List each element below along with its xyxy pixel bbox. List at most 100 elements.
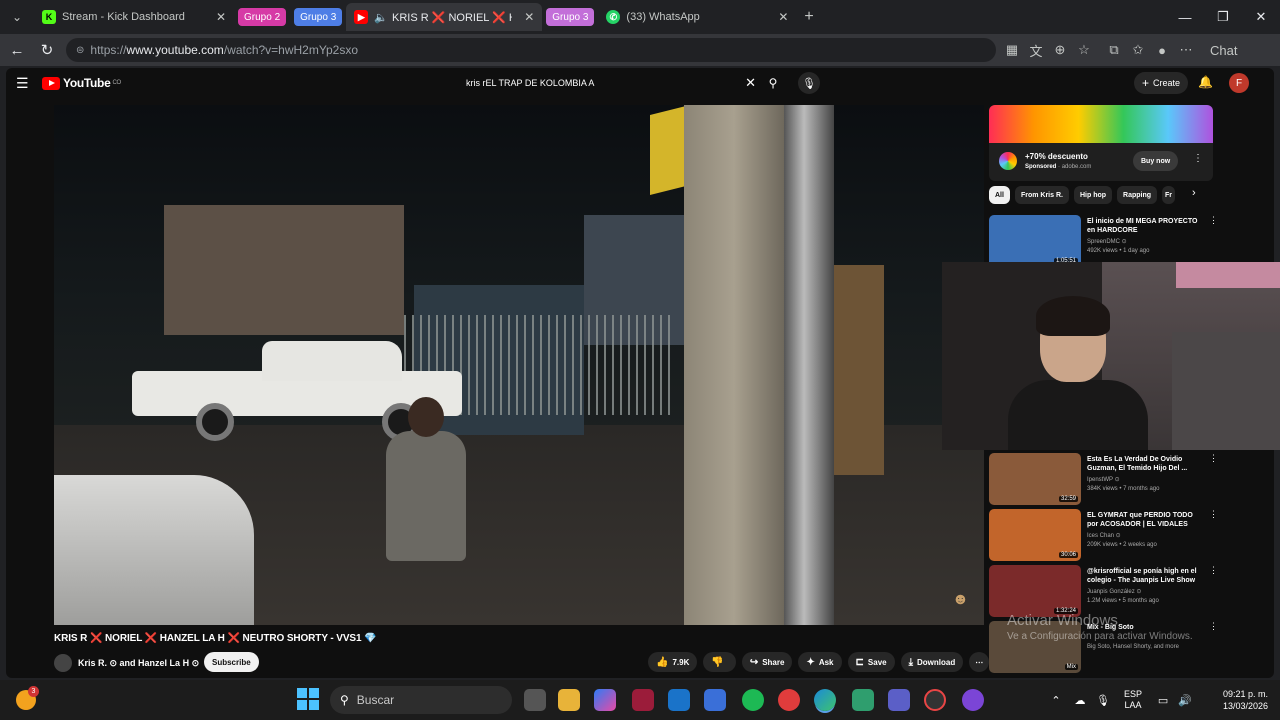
country-code: CO bbox=[112, 80, 121, 86]
video-frame-car bbox=[54, 475, 254, 625]
list-item[interactable]: 30:06 EL GYMRAT que PERDIO TODO por ACOS… bbox=[989, 509, 1219, 561]
reader-view-icon[interactable]: ▦ bbox=[1000, 42, 1024, 58]
save-button[interactable]: ⊏ Save bbox=[847, 652, 895, 672]
more-vert-icon[interactable]: ⋮ bbox=[1209, 215, 1218, 226]
subscribe-button[interactable]: Subscribe bbox=[204, 652, 259, 672]
edge-icon[interactable] bbox=[814, 689, 836, 711]
chip-rapping[interactable]: Rapping bbox=[1117, 186, 1158, 204]
list-item[interactable]: 1:05:51 El inicio de MI MEGA PROYECTO en… bbox=[989, 215, 1219, 267]
video-frame-wall bbox=[164, 205, 404, 335]
more-vert-icon[interactable]: ⋮ bbox=[1209, 453, 1218, 464]
ad-more-icon[interactable]: ⋮ bbox=[1193, 153, 1203, 164]
close-icon[interactable]: ✕ bbox=[208, 10, 226, 24]
app-icon[interactable] bbox=[962, 689, 984, 711]
like-button[interactable]: 👍 7.9K bbox=[648, 652, 698, 672]
channel-name[interactable]: Kris R. ⊙ and Hanzel La H ⊙ bbox=[78, 658, 199, 669]
chevron-up-icon[interactable]: ⌃ bbox=[1044, 694, 1068, 707]
buy-now-button[interactable]: Buy now bbox=[1133, 151, 1179, 171]
zoom-icon[interactable]: ⊕ bbox=[1048, 42, 1072, 58]
copilot-app-icon[interactable] bbox=[594, 689, 616, 711]
reload-icon[interactable]: ↻ bbox=[32, 35, 62, 65]
copilot-chat-button[interactable]: Chat bbox=[1206, 41, 1237, 59]
ask-button[interactable]: ✦ Ask bbox=[798, 652, 842, 672]
onedrive-icon[interactable]: ☁ bbox=[1068, 694, 1092, 707]
app-icon[interactable] bbox=[632, 689, 654, 711]
search-placeholder: Buscar bbox=[356, 693, 395, 707]
favorites-icon[interactable]: ✩ bbox=[1126, 42, 1150, 58]
close-icon[interactable]: ✕ bbox=[516, 10, 534, 24]
more-vert-icon[interactable]: ⋮ bbox=[1209, 621, 1218, 632]
app-icon[interactable] bbox=[924, 689, 946, 711]
clear-search-icon[interactable]: ✕ bbox=[745, 75, 756, 91]
kick-icon: K bbox=[42, 10, 56, 24]
create-button[interactable]: + Create bbox=[1134, 72, 1189, 94]
app-icon[interactable] bbox=[852, 689, 874, 711]
save-label: Save bbox=[867, 657, 887, 667]
back-arrow-icon[interactable]: ← bbox=[2, 35, 32, 65]
video-frame-pillar bbox=[684, 105, 784, 625]
video-thumbnail: 32:59 bbox=[989, 453, 1081, 505]
tab-whatsapp[interactable]: ✆ (33) WhatsApp ✕ bbox=[598, 3, 796, 31]
tab-group-chip[interactable]: Grupo 3 bbox=[546, 8, 595, 26]
profile-icon[interactable]: ● bbox=[1150, 43, 1174, 58]
task-view-icon[interactable] bbox=[524, 689, 546, 711]
url-path: /watch?v=hwH2mYp2sxo bbox=[223, 43, 358, 57]
app-icon[interactable] bbox=[778, 689, 800, 711]
chip-from-kris[interactable]: From Kris R. bbox=[1014, 186, 1069, 204]
mail-icon[interactable] bbox=[668, 689, 690, 711]
language-indicator[interactable]: ESP LAA bbox=[1124, 689, 1142, 711]
taskbar-search-input[interactable]: ⚲ Buscar bbox=[330, 686, 512, 714]
translate-icon[interactable]: 文 bbox=[1024, 41, 1048, 60]
chip-all[interactable]: All bbox=[989, 186, 1010, 204]
chip-partial[interactable]: Fr bbox=[1162, 186, 1176, 204]
store-icon[interactable] bbox=[704, 689, 726, 711]
site-info-icon[interactable]: ⊜ bbox=[76, 45, 84, 56]
chip-hip-hop[interactable]: Hip hop bbox=[1073, 186, 1113, 204]
list-item[interactable]: 32:59 Esta Es La Verdad De Ovidio Guzman… bbox=[989, 453, 1219, 505]
close-window-icon[interactable]: ✕ bbox=[1242, 0, 1280, 34]
windows-start-icon[interactable] bbox=[297, 688, 319, 710]
minimize-icon[interactable]: — bbox=[1166, 0, 1204, 34]
tab-kick[interactable]: K Stream - Kick Dashboard ✕ bbox=[34, 3, 234, 31]
url-field[interactable]: ⊜ https://www.youtube.com/watch?v=hwH2mY… bbox=[66, 38, 996, 62]
chevron-right-icon[interactable]: › bbox=[1192, 187, 1196, 199]
microphone-icon[interactable]: 🎙 bbox=[1092, 694, 1114, 707]
ad-banner-image[interactable] bbox=[989, 105, 1213, 143]
spotify-icon[interactable] bbox=[742, 689, 764, 711]
microphone-icon[interactable]: 🎙 bbox=[798, 72, 820, 94]
youtube-logo[interactable]: YouTube CO bbox=[42, 76, 121, 90]
browser-toolbar: ▦ 文 ⊕ ☆ ⧉ ✩ ● ⋯ Chat bbox=[1000, 34, 1238, 66]
teams-icon[interactable] bbox=[888, 689, 910, 711]
more-vert-icon[interactable]: ⋮ bbox=[1209, 509, 1218, 520]
share-button[interactable]: ↪ Share bbox=[741, 652, 793, 672]
video-player[interactable]: ☻ bbox=[54, 105, 984, 625]
tab-group-chip[interactable]: Grupo 3 bbox=[294, 8, 343, 26]
list-item[interactable]: 1:32:24 @krisrofficial se ponía high en … bbox=[989, 565, 1219, 617]
volume-icon[interactable]: 🔊 bbox=[1174, 694, 1196, 707]
hamburger-menu-icon[interactable]: ☰ bbox=[16, 75, 29, 92]
more-vert-icon[interactable]: ⋮ bbox=[1209, 565, 1218, 576]
close-icon[interactable]: ✕ bbox=[770, 10, 788, 24]
tab-list-icon[interactable]: ⌄ bbox=[0, 0, 34, 34]
tab-group-chip[interactable]: Grupo 2 bbox=[238, 8, 287, 26]
network-icon[interactable]: ▭ bbox=[1152, 694, 1174, 707]
new-tab-button[interactable]: + bbox=[796, 3, 826, 31]
dislike-button[interactable]: 👎 bbox=[703, 652, 736, 672]
file-explorer-icon[interactable] bbox=[558, 689, 580, 711]
clock[interactable]: 09:21 p. m. 13/03/2026 bbox=[1196, 688, 1268, 712]
channel-avatar[interactable] bbox=[54, 654, 72, 672]
account-avatar[interactable]: F bbox=[1229, 73, 1249, 93]
speaker-icon[interactable]: 🔈 bbox=[374, 11, 388, 24]
search-icon[interactable]: ⚲ bbox=[762, 72, 784, 94]
search-input[interactable]: kris rEL TRAP DE KOLOMBIA A ✕ bbox=[458, 72, 758, 94]
download-button[interactable]: ⤓ Download bbox=[900, 652, 964, 672]
tab-youtube[interactable]: ▶ 🔈 KRIS R ❌ NORIEL ❌ HANZE ✕ bbox=[346, 3, 543, 31]
video-thumbnail: 30:06 bbox=[989, 509, 1081, 561]
more-menu-icon[interactable]: ⋯ bbox=[1174, 42, 1198, 58]
notifications-bell-icon[interactable]: 🔔 bbox=[1198, 75, 1213, 89]
extensions-icon[interactable]: ⧉ bbox=[1102, 42, 1126, 58]
favorite-star-icon[interactable]: ☆ bbox=[1072, 42, 1096, 58]
filter-chips: All From Kris R. Hip hop Rapping Fr bbox=[989, 185, 1180, 205]
maximize-icon[interactable]: ❐ bbox=[1204, 0, 1242, 34]
more-actions-button[interactable]: ⋯ bbox=[969, 652, 990, 672]
